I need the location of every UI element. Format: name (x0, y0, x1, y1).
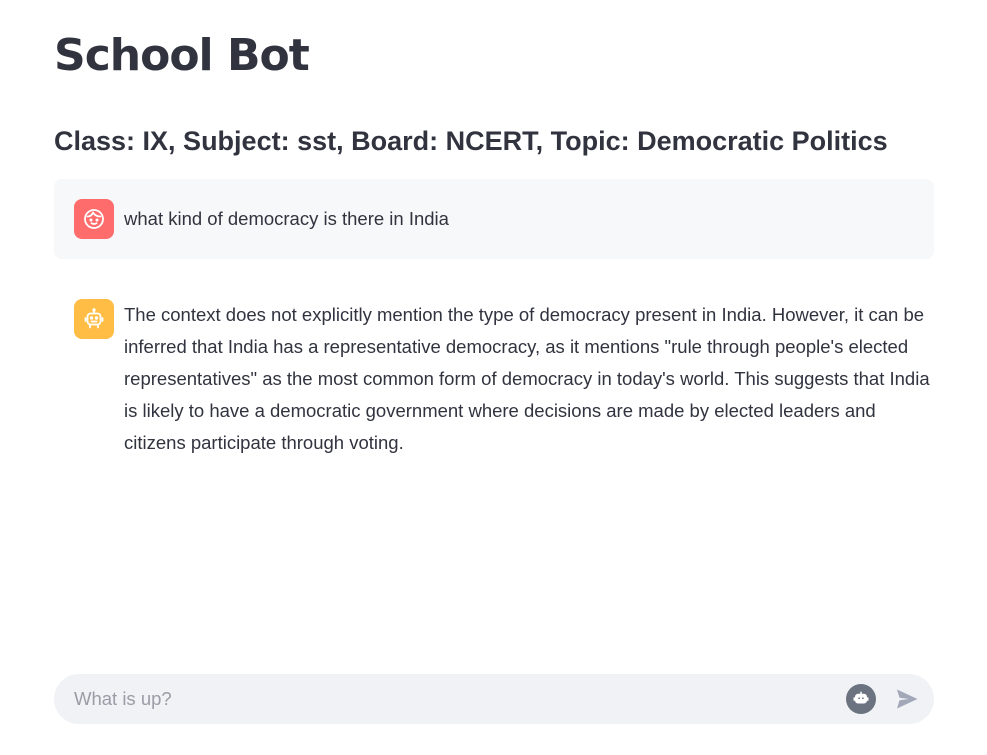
page-title: School Bot (54, 30, 310, 81)
user-face-icon (84, 209, 104, 229)
chat-input[interactable] (54, 674, 814, 724)
user-avatar (74, 199, 114, 239)
chat-message-assistant: The context does not explicitly mention … (54, 289, 934, 479)
send-icon (897, 689, 918, 709)
message-text: what kind of democracy is there in India (124, 208, 449, 229)
chat-message-user: what kind of democracy is there in India (54, 179, 934, 259)
message-text: The context does not explicitly mention … (124, 304, 930, 453)
app: School Bot Class: IX, Subject: sst, Boar… (0, 0, 987, 755)
bot-icon (846, 684, 876, 714)
assistant-avatar (74, 299, 114, 339)
chat-input-container (54, 674, 934, 724)
bot-icon (84, 308, 104, 329)
page-subtitle: Class: IX, Subject: sst, Board: NCERT, T… (54, 126, 888, 156)
send-button[interactable] (892, 686, 922, 712)
